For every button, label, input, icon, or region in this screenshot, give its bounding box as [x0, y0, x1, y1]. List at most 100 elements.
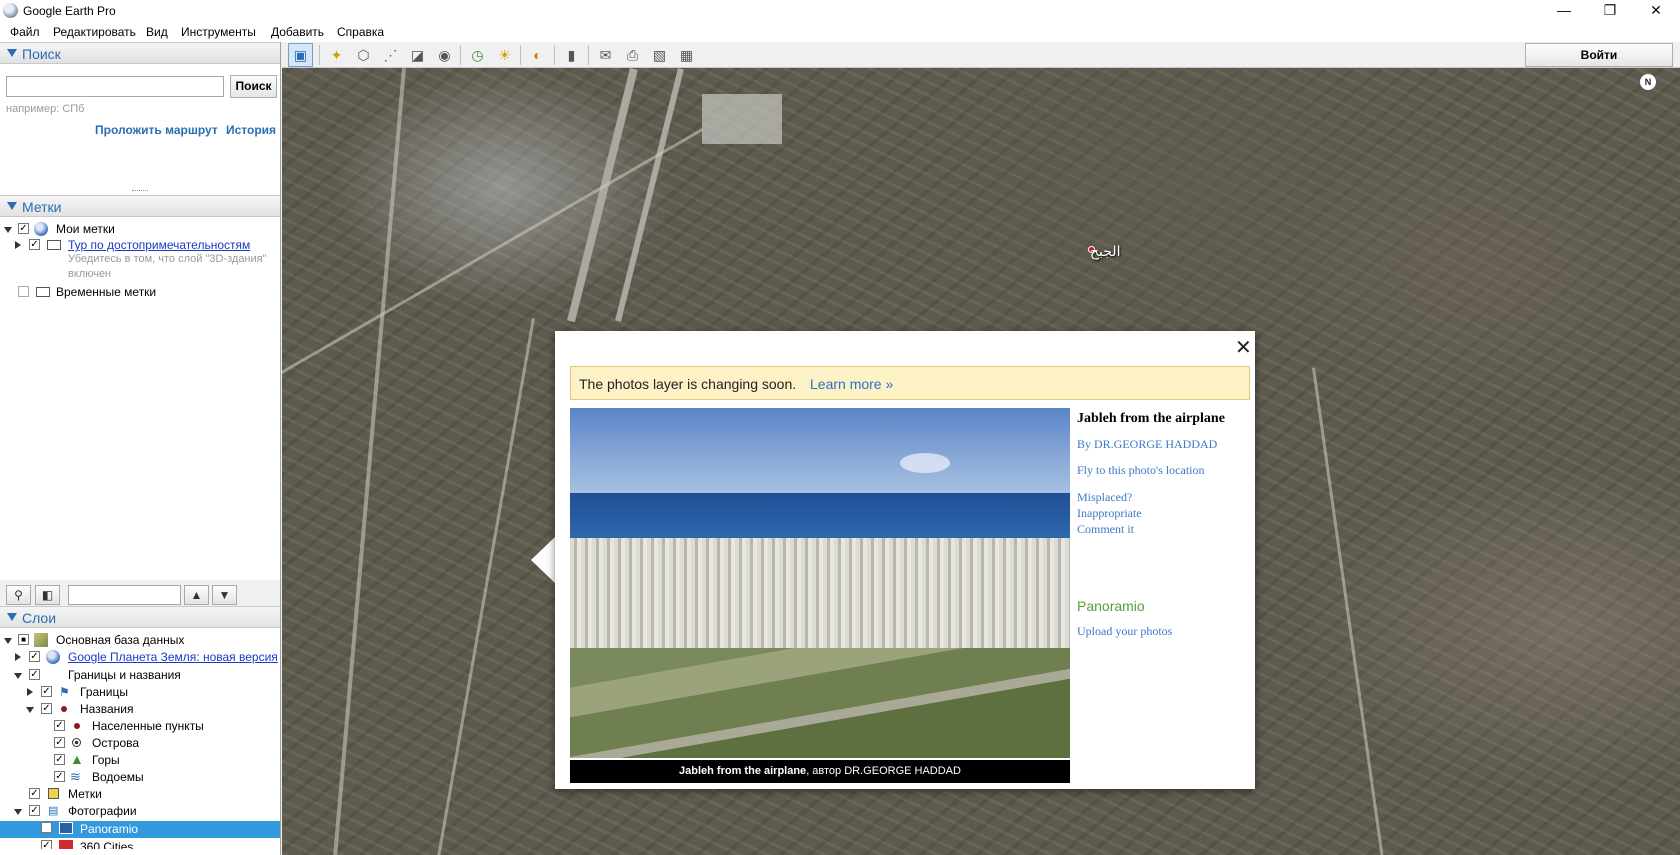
toggle-panel-button[interactable]: ◧	[35, 585, 60, 605]
inappropriate-link[interactable]: Inappropriate	[1077, 506, 1142, 521]
close-balloon-icon[interactable]: ✕	[1235, 335, 1252, 359]
checkbox[interactable]: ✓	[29, 788, 40, 799]
compass-icon[interactable]: N	[1640, 74, 1656, 90]
search-input[interactable]	[6, 76, 224, 97]
add-overlay-icon[interactable]: ◪	[406, 44, 429, 66]
expand-arrow-icon[interactable]	[26, 707, 34, 713]
splitter-grip[interactable]	[132, 190, 148, 193]
tree-item-my-places[interactable]: ✓ Мои метки	[0, 222, 280, 238]
placemark-label[interactable]: الجبح	[1090, 244, 1120, 260]
author-link[interactable]: By DR.GEORGE HADDAD	[1077, 437, 1217, 452]
toolbar-separator	[588, 45, 589, 65]
layers-header-label: Слои	[22, 610, 57, 626]
checkbox[interactable]: ✓	[54, 737, 65, 748]
sidebar-toggle-icon[interactable]: ▣	[288, 43, 313, 67]
checkbox[interactable]: ✓	[29, 805, 40, 816]
places-filter-input[interactable]	[68, 585, 181, 605]
menu-edit[interactable]: Редактировать	[53, 25, 136, 39]
checkbox[interactable]: ✓	[18, 223, 29, 234]
upload-photos-link[interactable]: Upload your photos	[1077, 624, 1172, 639]
layer-mountains[interactable]: ✓ ▲ Горы	[0, 752, 280, 769]
misplaced-link[interactable]: Misplaced?	[1077, 490, 1132, 505]
expand-arrow-icon[interactable]	[4, 638, 12, 644]
menu-help[interactable]: Справка	[337, 25, 384, 39]
places-section-header[interactable]: Метки	[0, 195, 280, 217]
layer-labels[interactable]: ✓ Названия	[0, 702, 280, 718]
checkbox[interactable]: ✓	[41, 703, 52, 714]
expand-arrow-icon[interactable]	[14, 809, 22, 815]
layer-populated-places[interactable]: ✓ Населенные пункты	[0, 719, 280, 735]
layer-primary-database[interactable]: ■ Основная база данных	[0, 633, 280, 649]
login-button[interactable]: Войти	[1525, 43, 1673, 67]
fly-to-link[interactable]: Fly to this photo's location	[1077, 463, 1205, 478]
search-places-button[interactable]: ⚲	[6, 585, 31, 605]
checkbox[interactable]: ✓	[29, 239, 40, 250]
search-section-header[interactable]: Поиск	[0, 42, 280, 64]
layer-link[interactable]: Google Планета Земля: новая версия	[68, 650, 278, 664]
menu-file[interactable]: Файл	[10, 25, 40, 39]
layer-islands[interactable]: ✓ Острова	[0, 736, 280, 752]
layers-section-header[interactable]: Слои	[0, 606, 280, 628]
sunlight-icon[interactable]: ☀	[493, 44, 516, 66]
photo-image[interactable]: Jableh from the airplane, автор DR.GEORG…	[570, 408, 1070, 783]
layer-places[interactable]: ✓ Метки	[0, 787, 280, 803]
checkbox[interactable]	[18, 286, 29, 297]
panoramio-logo[interactable]: Panoramio	[1077, 598, 1145, 614]
layer-panoramio-selected[interactable]: ✓ Panoramio	[0, 821, 280, 838]
view-in-maps-icon[interactable]: ▦	[675, 44, 698, 66]
expand-arrow-icon[interactable]	[15, 241, 21, 249]
email-icon[interactable]: ✉	[594, 44, 617, 66]
photo-sky	[570, 408, 1070, 493]
checkbox[interactable]: ✓	[54, 754, 65, 765]
menu-view[interactable]: Вид	[146, 25, 168, 39]
tree-item-link[interactable]: Тур по достопримечательностям	[68, 238, 250, 252]
move-up-button[interactable]: ▲	[184, 585, 209, 605]
add-polygon-icon[interactable]: ⬡	[352, 44, 375, 66]
checkbox[interactable]: ✓	[41, 840, 52, 849]
move-down-button[interactable]: ▼	[212, 585, 237, 605]
toolbar-separator	[319, 45, 320, 65]
layer-whats-new[interactable]: ✓ Google Планета Земля: новая версия	[0, 650, 280, 666]
expand-arrow-icon[interactable]	[4, 227, 12, 233]
planets-icon[interactable]: ◐	[526, 44, 549, 66]
expand-arrow-icon[interactable]	[27, 688, 33, 696]
route-link[interactable]: Проложить маршрут	[95, 123, 218, 137]
checkbox[interactable]: ✓	[41, 686, 52, 697]
expand-arrow-icon[interactable]	[15, 653, 21, 661]
checkbox[interactable]: ✓	[29, 651, 40, 662]
toolbar-separator	[520, 45, 521, 65]
ruler-icon[interactable]: ▮	[560, 44, 583, 66]
menu-add[interactable]: Добавить	[271, 25, 324, 39]
layer-borders-labels[interactable]: ✓ Границы и названия	[0, 668, 280, 684]
learn-more-link[interactable]: Learn more »	[810, 376, 893, 392]
historical-imagery-icon[interactable]: ◷	[466, 44, 489, 66]
close-window-button[interactable]: ✕	[1633, 0, 1679, 22]
layer-label: Основная база данных	[56, 633, 185, 647]
tree-item-temporary-places[interactable]: Временные метки	[0, 285, 280, 301]
expand-arrow-icon[interactable]	[14, 673, 22, 679]
add-placemark-icon[interactable]: ✦	[325, 44, 348, 66]
menu-tools[interactable]: Инструменты	[181, 25, 256, 39]
checkbox[interactable]: ✓	[29, 669, 40, 680]
checkbox[interactable]: ✓	[54, 771, 65, 782]
road	[333, 68, 406, 855]
search-button[interactable]: Поиск	[230, 75, 277, 98]
layer-360-cities[interactable]: ✓ 360 Cities	[0, 839, 280, 849]
history-link[interactable]: История	[226, 123, 276, 137]
comment-link[interactable]: Comment it	[1077, 522, 1134, 537]
save-image-icon[interactable]: ▧	[648, 44, 671, 66]
photo-title: Jableh from the airplane	[1077, 411, 1225, 426]
tree-item-label: Мои метки	[56, 222, 115, 236]
record-tour-icon[interactable]: ◉	[433, 44, 456, 66]
checkbox[interactable]: ✓	[41, 822, 52, 833]
layer-borders[interactable]: ✓ ⚑ Границы	[0, 685, 280, 701]
add-path-icon[interactable]: ⋰	[379, 44, 402, 66]
layer-photos[interactable]: ✓ ▤ Фотографии	[0, 804, 280, 820]
checkbox[interactable]: ✓	[54, 720, 65, 731]
minimize-button[interactable]: —	[1541, 0, 1587, 22]
layer-water-bodies[interactable]: ✓ ≋ Водоемы	[0, 770, 280, 786]
maximize-button[interactable]: ❐	[1587, 0, 1633, 22]
print-icon[interactable]: ⎙	[621, 44, 644, 66]
tree-item-tour[interactable]: ✓ Тур по достопримечательностям	[0, 238, 280, 254]
checkbox[interactable]: ■	[18, 634, 29, 645]
